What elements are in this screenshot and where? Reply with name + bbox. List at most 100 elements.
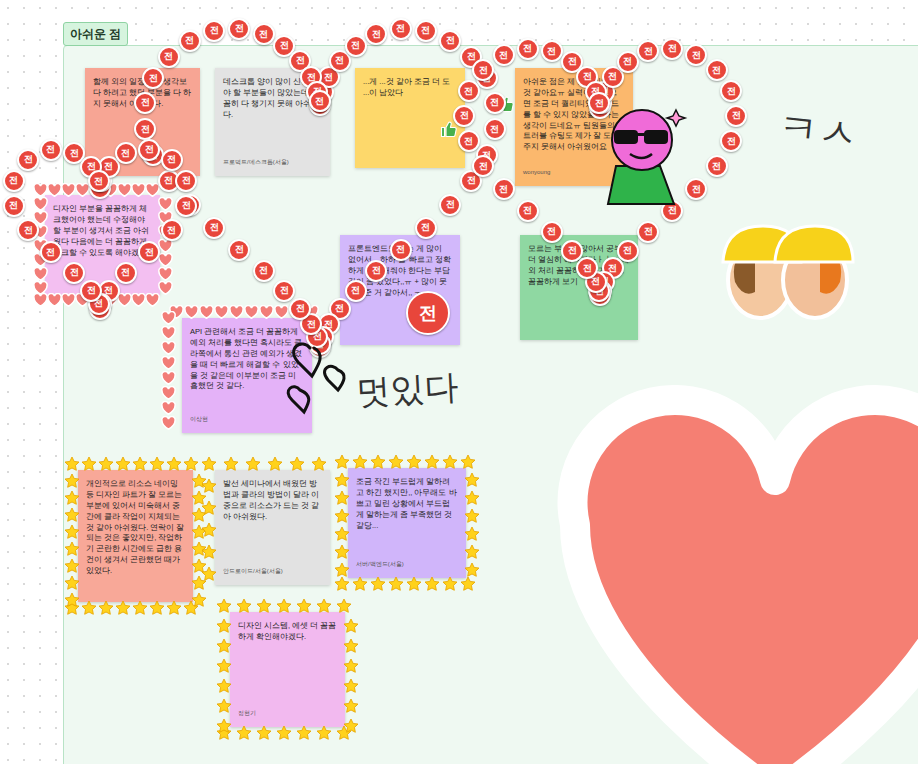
heart-icon (214, 305, 229, 319)
stamp[interactable]: 전 (439, 30, 461, 52)
stamp[interactable]: 전 (203, 217, 225, 239)
star-icon (343, 638, 359, 654)
note-text: 발선 세미나에서 배웠던 방법과 클라의 방법이 달라 이중으로 리소스가 드는… (223, 479, 322, 523)
stamp[interactable]: 전 (228, 18, 250, 40)
stamp[interactable]: 전 (517, 38, 539, 60)
stamp[interactable]: 전 (406, 291, 450, 335)
stamp[interactable]: 전 (115, 262, 137, 284)
stamp[interactable]: 전 (161, 149, 183, 171)
stamp[interactable]: 전 (134, 92, 156, 114)
note-text: 디자인 시스템, 에셋 더 꼼꼼하게 확인해야겠다. (238, 621, 337, 643)
star-icon (245, 456, 261, 472)
heart-icon (117, 293, 132, 307)
stamp[interactable]: 전 (253, 23, 275, 45)
cool-character-sticker-icon[interactable] (596, 100, 688, 206)
heart-icon (161, 341, 176, 355)
heart-icon (158, 281, 173, 295)
heart-icon (158, 267, 173, 281)
sticky-note[interactable]: 발선 세미나에서 배웠던 방법과 클라의 방법이 달라 이중으로 리소스가 드는… (215, 470, 330, 585)
section-title[interactable]: 아쉬운 점 (63, 22, 128, 46)
stamp[interactable]: 전 (203, 20, 225, 42)
star-icon (191, 524, 207, 540)
stamp[interactable]: 전 (365, 23, 387, 45)
star-icon (343, 678, 359, 694)
star-icon (201, 456, 217, 472)
star-icon (256, 725, 272, 741)
handwriting[interactable]: 멋있다 (355, 369, 459, 408)
stamp[interactable]: 전 (3, 170, 25, 192)
stamp[interactable]: 전 (309, 90, 331, 112)
star-icon (132, 456, 148, 472)
stamp[interactable]: 전 (541, 221, 563, 243)
stamp[interactable]: 전 (80, 280, 102, 302)
heart-icon (47, 183, 62, 197)
star-icon (316, 725, 332, 741)
stamp[interactable]: 전 (415, 217, 437, 239)
note-author: 안드로이드/서울(서울) (223, 567, 322, 576)
stamp[interactable]: 전 (390, 18, 412, 40)
stamp[interactable]: 전 (161, 219, 183, 241)
star-icon (442, 454, 458, 470)
stamp[interactable]: 전 (289, 298, 311, 320)
sticky-note[interactable]: ...게 ...것 같아 조금 더 도 ...이 남았다 (355, 68, 465, 168)
star-icon (388, 454, 404, 470)
star-icon (406, 454, 422, 470)
star-icon (370, 576, 386, 592)
stamp[interactable]: 전 (179, 30, 201, 52)
stamp[interactable]: 전 (517, 200, 539, 222)
stamp[interactable]: 전 (345, 280, 367, 302)
stamp[interactable]: 전 (3, 195, 25, 217)
stamp[interactable]: 전 (493, 178, 515, 200)
stamp[interactable]: 전 (175, 170, 197, 192)
star-icon (149, 600, 165, 616)
stamp[interactable]: 전 (115, 142, 137, 164)
stamp[interactable]: 전 (706, 155, 728, 177)
star-icon (343, 658, 359, 674)
star-icon (334, 544, 350, 560)
stamp[interactable]: 전 (175, 195, 197, 217)
handwriting[interactable]: ㅋㅅ (776, 106, 860, 154)
stamp[interactable]: 전 (138, 139, 160, 161)
stamp[interactable]: 전 (63, 262, 85, 284)
heart-icon (184, 305, 199, 319)
stamp[interactable]: 전 (158, 46, 180, 68)
sticky-note[interactable]: 조금 작긴 부드럽게 말하려고 하긴 했지만,, 아무래도 바쁘고 밀린 상황에… (348, 468, 466, 578)
heart-icon (259, 305, 274, 319)
star-icon (406, 576, 422, 592)
stamp[interactable]: 전 (484, 92, 506, 114)
stamp[interactable]: 전 (725, 105, 747, 127)
sticky-note[interactable]: API 관련해서 조금 더 꼼꼼하게 예외 처리를 했다면 혹시라도 클라쪽에서… (182, 318, 312, 433)
stamp[interactable]: 전 (40, 139, 62, 161)
stamp[interactable]: 전 (453, 105, 475, 127)
stamp[interactable]: 전 (253, 260, 275, 282)
stamp[interactable]: 전 (88, 170, 110, 192)
star-icon (149, 456, 165, 472)
heart-icon (131, 183, 146, 197)
star-icon (64, 575, 80, 591)
star-icon (183, 456, 199, 472)
stamp[interactable]: 전 (390, 239, 412, 261)
stamp[interactable]: 전 (617, 51, 639, 73)
stamp[interactable]: 전 (415, 20, 437, 42)
star-icon (216, 658, 232, 674)
star-icon (115, 456, 131, 472)
heart-icon (161, 401, 176, 415)
star-icon (334, 490, 350, 506)
stamp[interactable]: 전 (484, 118, 506, 140)
stamp[interactable]: 전 (345, 35, 367, 57)
heart-icon (158, 197, 173, 211)
big-heart-sticker-icon[interactable] (555, 385, 918, 764)
stamp[interactable]: 전 (17, 219, 39, 241)
stamp[interactable]: 전 (637, 221, 659, 243)
stamp[interactable]: 전 (17, 149, 39, 171)
stamp[interactable]: 전 (273, 280, 295, 302)
kissing-couple-sticker-icon[interactable] (715, 222, 860, 322)
whiteboard-canvas[interactable]: 아쉬운 점함께 외의 일정으로 생각보다 하려고 했던 부분을 다 하지 못해서… (0, 0, 918, 764)
sticky-note[interactable]: 개인적으로 리소스 네이밍 등 디자인 파트가 잘 모르는 부분에 있어서 미숙… (78, 470, 193, 602)
star-icon (276, 725, 292, 741)
stamp[interactable]: 전 (472, 155, 494, 177)
stamp[interactable]: 전 (661, 38, 683, 60)
sticky-note[interactable]: 디자인 시스템, 에셋 더 꼼꼼하게 확인해야겠다.정현기 (230, 612, 345, 727)
heart-icon (61, 183, 76, 197)
star-icon (201, 566, 217, 582)
